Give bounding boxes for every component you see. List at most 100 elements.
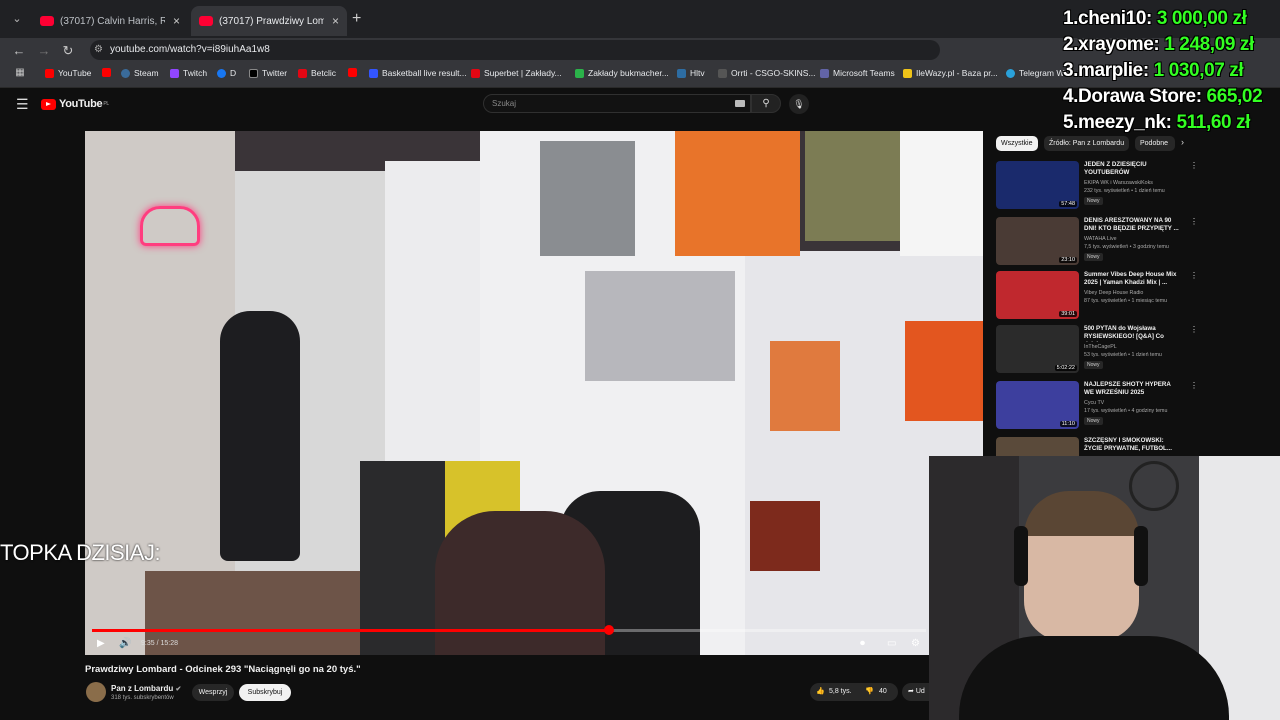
bookmark-telegram[interactable]: Telegram We: [1006, 68, 1069, 78]
youtube-play-icon: [41, 98, 56, 110]
twitter-icon: [249, 68, 258, 78]
like-icon[interactable]: 👍: [816, 683, 825, 701]
webcam-scene-headset: [1134, 526, 1148, 586]
youtube-icon: [348, 68, 357, 77]
voice-search-button[interactable]: 🎙: [789, 94, 809, 114]
recommendation-title[interactable]: DENIS ARESZTOWANY NA 90 DNI! KTO BĘDZIE …: [1084, 217, 1179, 233]
apps-icon[interactable]: ▦: [12, 67, 28, 78]
channel-name[interactable]: Pan z Lombardu ✔: [111, 684, 181, 693]
back-icon[interactable]: ←: [11, 43, 27, 58]
recommendation-item[interactable]: 23:10 DENIS ARESZTOWANY NA 90 DNI! KTO BĘ…: [996, 217, 1198, 269]
share-button[interactable]: ➦ Ud: [902, 683, 932, 701]
chip-source[interactable]: Źródło: Pan z Lombardu: [1044, 136, 1130, 151]
play-icon[interactable]: ▶: [97, 638, 105, 649]
video-thumbnail[interactable]: [996, 437, 1079, 456]
chevron-right-icon[interactable]: ›: [1181, 137, 1184, 147]
reload-icon[interactable]: ↻: [60, 43, 76, 59]
video-scene-box: [675, 131, 800, 256]
recommendation-title[interactable]: Summer Vibes Deep House Mix 2025 | Yaman…: [1084, 271, 1179, 287]
video-thumbnail[interactable]: 5:02:22: [996, 325, 1079, 373]
autoplay-toggle-icon[interactable]: ⏺: [860, 638, 865, 649]
bookmark-twitch[interactable]: Twitch: [170, 68, 207, 78]
chip-similar[interactable]: Podobne: [1135, 136, 1175, 151]
recommendation-title[interactable]: 500 PYTAŃ do Wojsława RYSIEWSKIEGO! [Q&A…: [1084, 325, 1179, 342]
tab-prawdziwy-lombard[interactable]: (37017) Prawdziwy Lombard - O ×: [191, 6, 347, 36]
recommendation-item[interactable]: 57:48 JEDEN Z DZIESIĘCIU YOUTUBERÓW EKIPA …: [996, 161, 1198, 213]
dislike-icon[interactable]: 👎: [865, 683, 874, 701]
bookmark-youtube-3[interactable]: [348, 68, 361, 77]
video-duration: 11:10: [1059, 421, 1077, 427]
leaderboard-rank: 3.: [1063, 60, 1079, 81]
settings-icon[interactable]: ⚙: [911, 638, 920, 649]
bookmark-label: Telegram We: [1019, 68, 1069, 78]
more-options-icon[interactable]: ⋮: [1190, 217, 1198, 226]
recommendation-item[interactable]: 5:02:22 500 PYTAŃ do Wojsława RYSIEWSKIEG…: [996, 325, 1198, 377]
bookmark-superbet[interactable]: Superbet | Zakłady...: [471, 68, 562, 78]
keyboard-icon[interactable]: [735, 100, 745, 107]
more-options-icon[interactable]: ⋮: [1190, 271, 1198, 280]
support-button[interactable]: Wesprzyj: [192, 684, 234, 701]
bookmark-facebook[interactable]: D: [217, 68, 236, 78]
bookmark-orrti[interactable]: Orrti - CSGO-SKINS...: [718, 68, 816, 78]
bookmark-betclic[interactable]: Betclic: [298, 68, 336, 78]
chip-all[interactable]: Wszystkie: [996, 136, 1038, 151]
video-thumbnail[interactable]: 23:10: [996, 217, 1079, 265]
subtitles-icon[interactable]: ▭: [887, 638, 896, 649]
close-tab-icon[interactable]: ×: [173, 14, 180, 28]
video-scene-box: [750, 501, 820, 571]
bookmark-ilewazy[interactable]: IleWazy.pl - Baza pr...: [903, 68, 998, 78]
recommendation-channel[interactable]: Vibey Deep House Radio: [1084, 290, 1143, 296]
bookmark-teams[interactable]: Microsoft Teams: [820, 68, 895, 78]
new-tab-icon[interactable]: +: [352, 10, 361, 28]
site-info-icon[interactable]: ⚙: [94, 40, 103, 60]
bookmark-youtube-2[interactable]: [102, 68, 115, 77]
recommendation-channel[interactable]: Cycu TV: [1084, 400, 1104, 406]
recommendation-item[interactable]: 11:10 NAJLEPSZE SHOTY HYPERA WE WRZEŚNIU …: [996, 381, 1198, 433]
video-player[interactable]: [85, 131, 983, 655]
bookmark-label: IleWazy.pl - Baza pr...: [916, 68, 998, 78]
volume-icon[interactable]: 🔊: [119, 638, 131, 649]
address-bar[interactable]: ⚙ youtube.com/watch?v=i89iuhAa1w8: [90, 40, 940, 60]
more-options-icon[interactable]: ⋮: [1190, 325, 1198, 334]
recommendation-title[interactable]: NAJLEPSZE SHOTY HYPERA WE WRZEŚNIU 2025: [1084, 381, 1179, 397]
more-options-icon[interactable]: ⋮: [1190, 161, 1198, 170]
close-tab-icon[interactable]: ×: [332, 14, 339, 28]
tab-search-icon[interactable]: ⌄: [6, 8, 28, 30]
bookmark-steam[interactable]: Steam: [121, 68, 159, 78]
share-label: Ud: [915, 688, 925, 695]
betclic-icon: [298, 68, 307, 78]
video-time: 9:35 / 15:28: [141, 640, 178, 647]
bookmark-label: D: [230, 68, 237, 78]
bookmark-youtube[interactable]: YouTube: [45, 68, 91, 78]
bookmark-twitter[interactable]: Twitter: [249, 68, 287, 78]
recommendation-channel[interactable]: InTheCagePL: [1084, 344, 1117, 350]
recommendation-channel[interactable]: EKIPA WK i WarszawskiKoks: [1084, 180, 1153, 186]
menu-icon[interactable]: ☰: [16, 96, 29, 113]
leaderboard-rank: 1.: [1063, 8, 1079, 29]
video-thumbnail[interactable]: 57:48: [996, 161, 1079, 209]
subscribe-button[interactable]: Subskrybuj: [239, 684, 291, 701]
video-thumbnail[interactable]: 11:10: [996, 381, 1079, 429]
superbet-icon: [471, 68, 480, 78]
bookmark-label: Betclic: [311, 68, 337, 78]
forward-icon[interactable]: →: [36, 43, 52, 58]
bookmark-basketball[interactable]: Basketball live result...: [369, 68, 467, 78]
more-options-icon[interactable]: ⋮: [1190, 381, 1198, 390]
channel-avatar[interactable]: [86, 682, 106, 702]
bookmark-zaklady[interactable]: Zakłady bukmacher...: [575, 68, 669, 78]
search-input[interactable]: Szukaj: [483, 94, 751, 113]
recommendation-item[interactable]: 39:01 Summer Vibes Deep House Mix 2025 | …: [996, 271, 1198, 323]
recommendation-title[interactable]: JEDEN Z DZIESIĘCIU YOUTUBERÓW: [1084, 161, 1179, 177]
like-count[interactable]: 5,8 tys.: [829, 683, 852, 701]
search-button[interactable]: ⚲: [751, 94, 781, 113]
video-thumbnail[interactable]: 39:01: [996, 271, 1079, 319]
recommendation-meta: 7,5 tys. wyświetleń • 3 godziny temu: [1084, 244, 1169, 250]
video-scene-head: [435, 511, 605, 655]
recommendation-channel[interactable]: WATAHA Live: [1084, 236, 1117, 242]
bookmark-label: Hltv: [690, 68, 705, 78]
recommendation-title[interactable]: SZCZĘSNY I SMOKOWSKI: ŻYCIE PRYWATNE, FU…: [1084, 437, 1179, 453]
bookmark-hltv[interactable]: Hltv: [677, 68, 705, 78]
tab-calvin-harris[interactable]: (37017) Calvin Harris, Rag'n'Bone ×: [32, 6, 188, 36]
youtube-logo[interactable]: YouTube PL: [41, 98, 109, 110]
recommendation-item[interactable]: SZCZĘSNY I SMOKOWSKI: ŻYCIE PRYWATNE, FU…: [996, 437, 1186, 456]
